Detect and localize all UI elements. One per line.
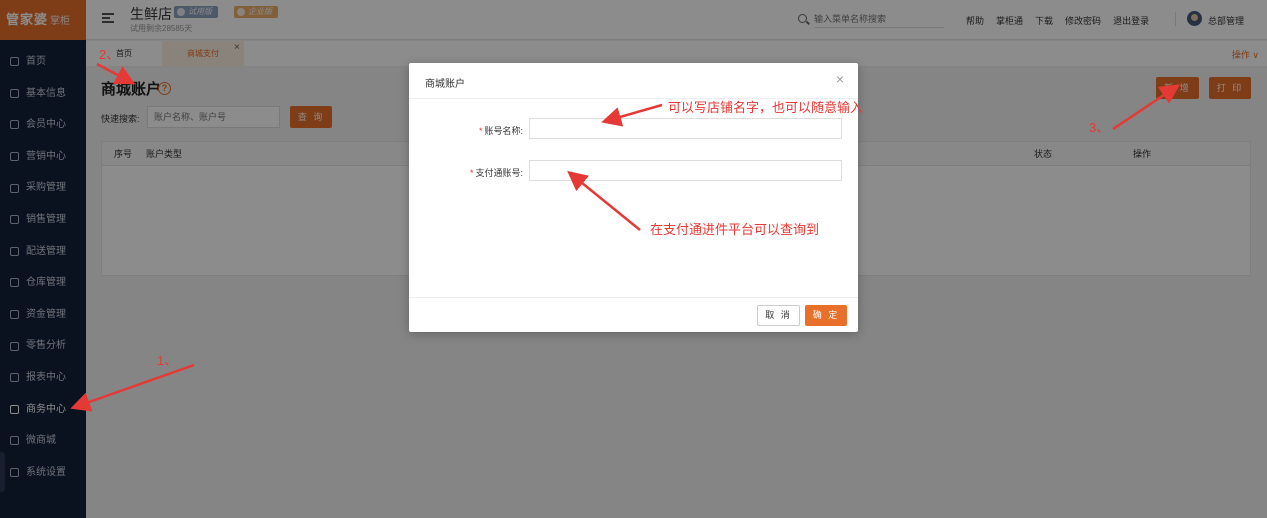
annotation-step-2: 2、 — [99, 47, 120, 62]
annotation-note-payment-account: 在支付通进件平台可以查询到 — [650, 222, 820, 237]
account-name-input[interactable] — [529, 118, 842, 139]
confirm-button[interactable]: 确 定 — [805, 305, 847, 326]
close-icon[interactable]: × — [836, 72, 844, 86]
payment-account-input[interactable] — [529, 160, 842, 181]
account-name-label: * 账号名称: — [433, 124, 523, 137]
dialog-footer-divider — [409, 297, 858, 298]
cancel-button[interactable]: 取 消 — [757, 305, 800, 326]
annotation-step-3: 3、 — [1089, 120, 1110, 135]
required-mark: * — [478, 126, 483, 136]
annotation-note-account-name: 可以写店铺名字，也可以随意输入 — [668, 100, 864, 115]
account-name-label-text: 账号名称: — [484, 126, 523, 136]
dialog-title: 商城账户 — [425, 79, 465, 90]
dialog-header: 商城账户 × — [409, 63, 858, 99]
alipay-account-label-text: 支付通账号: — [475, 168, 523, 178]
annotation-step-1: 1、 — [157, 353, 178, 368]
alipay-account-label: * 支付通账号: — [433, 166, 523, 179]
required-mark: * — [469, 168, 474, 178]
